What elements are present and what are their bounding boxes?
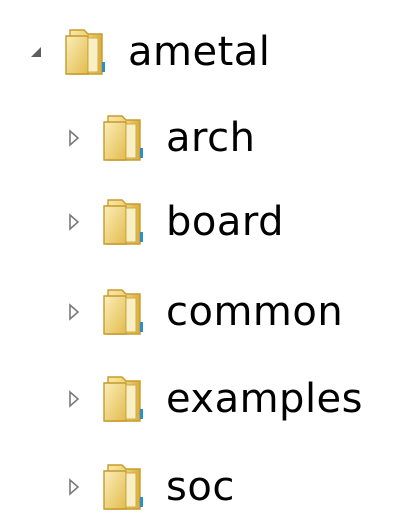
triangle-collapsed-icon[interactable]	[64, 388, 84, 410]
tree-node-common[interactable]: common	[64, 280, 343, 344]
tree-node-soc[interactable]: soc	[64, 455, 235, 519]
tree-node-label: ametal	[128, 29, 271, 75]
tree-node-root[interactable]: ametal	[26, 20, 270, 84]
folder-icon	[102, 196, 148, 248]
triangle-collapsed-icon[interactable]	[64, 301, 84, 323]
triangle-expanded-icon[interactable]	[26, 41, 46, 63]
folder-icon	[64, 26, 110, 78]
folder-icon	[102, 112, 148, 164]
triangle-collapsed-icon[interactable]	[64, 211, 84, 233]
tree-node-label: examples	[166, 376, 364, 422]
folder-tree: ametal arch board common examples soc	[0, 0, 403, 523]
folder-icon	[102, 373, 148, 425]
folder-icon	[102, 286, 148, 338]
tree-node-label: arch	[166, 115, 256, 161]
tree-node-examples[interactable]: examples	[64, 367, 363, 431]
tree-node-board[interactable]: board	[64, 190, 284, 254]
triangle-collapsed-icon[interactable]	[64, 476, 84, 498]
tree-node-label: board	[166, 199, 285, 245]
tree-node-label: soc	[166, 464, 235, 510]
triangle-collapsed-icon[interactable]	[64, 127, 84, 149]
tree-node-arch[interactable]: arch	[64, 106, 255, 170]
folder-icon	[102, 461, 148, 513]
tree-node-label: common	[166, 289, 344, 335]
